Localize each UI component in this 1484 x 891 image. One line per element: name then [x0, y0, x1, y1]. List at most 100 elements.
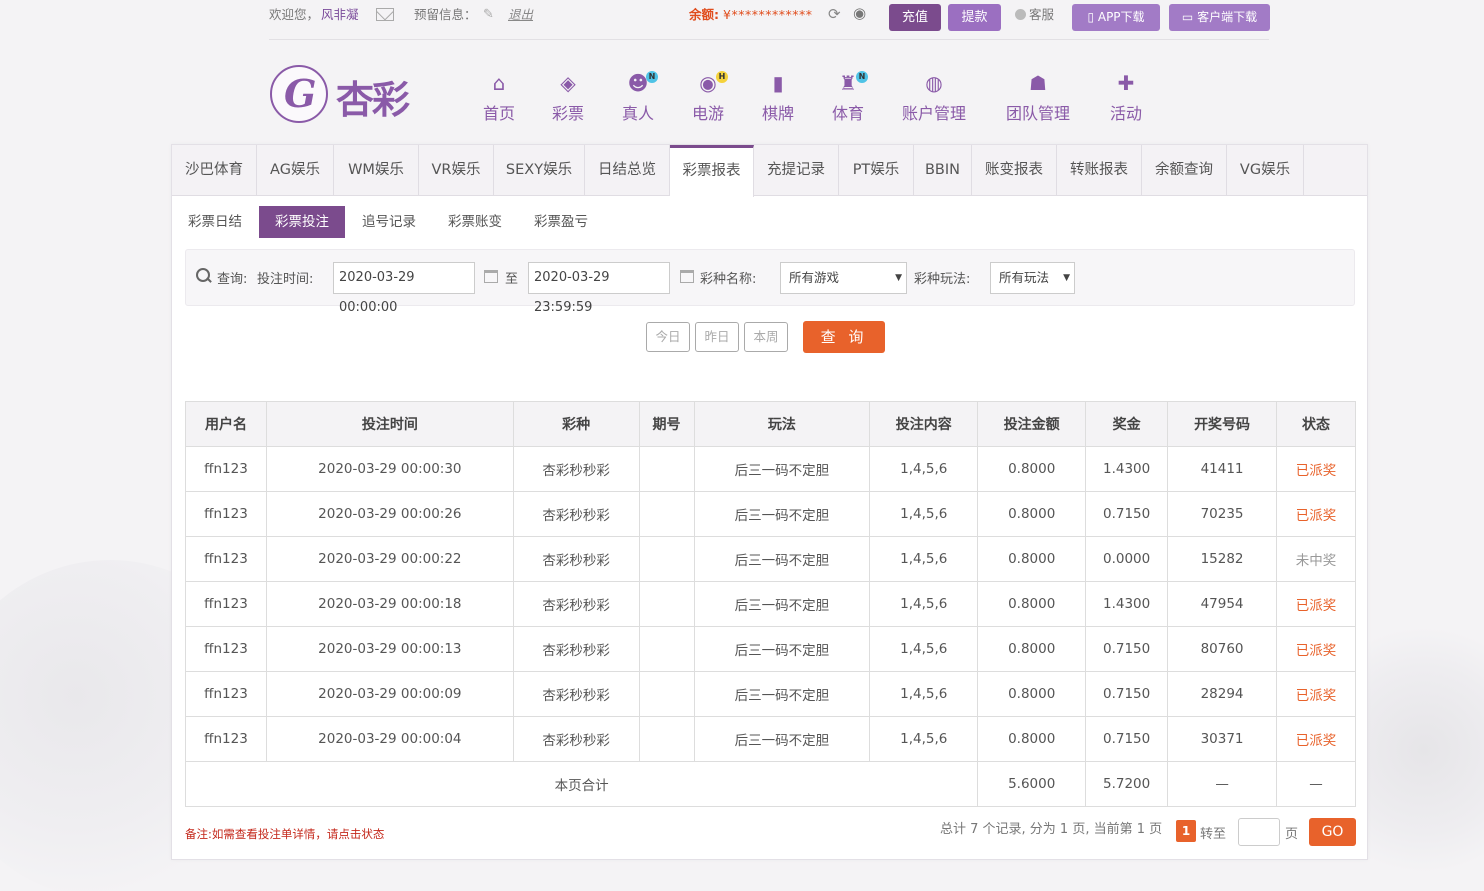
yesterday-button[interactable]: 昨日: [695, 322, 739, 352]
tab-transfer-report[interactable]: 转账报表: [1057, 145, 1142, 196]
cell-status[interactable]: 已派奖: [1276, 716, 1356, 762]
customer-service-link[interactable]: 客服: [1015, 7, 1054, 23]
cell-status[interactable]: 已派奖: [1276, 626, 1356, 672]
client-download-button[interactable]: ▭ 客户端下载: [1169, 4, 1270, 31]
end-time-input[interactable]: 2020-03-29 23:59:59: [528, 262, 670, 315]
nav-egame[interactable]: ◉ H 电游: [692, 70, 729, 124]
subtab-lottery-daily[interactable]: 彩票日结: [185, 206, 245, 238]
cell-issue: [638, 671, 695, 717]
nav-team[interactable]: ☗ 团队管理: [1006, 70, 1070, 124]
table-row: ffn123 2020-03-29 00:00:09 杏彩秒秒彩 后三一码不定胆 1,4…: [185, 671, 1356, 717]
tab-wm[interactable]: WM娱乐: [334, 145, 419, 196]
this-week-button[interactable]: 本周: [744, 322, 788, 352]
goto-page-input[interactable]: [1238, 818, 1280, 846]
cell-status[interactable]: 已派奖: [1276, 491, 1356, 537]
tab-pt[interactable]: PT娱乐: [839, 145, 914, 196]
app-download-button[interactable]: ▯ APP下载: [1072, 4, 1160, 31]
tab-ag[interactable]: AG娱乐: [257, 145, 334, 196]
tab-bbin[interactable]: BBIN: [914, 145, 972, 196]
cell-amount: 0.8000: [977, 671, 1087, 717]
phone-icon: ▯: [1087, 10, 1098, 24]
tab-daily-overview[interactable]: 日结总览: [585, 145, 670, 196]
today-button[interactable]: 今日: [646, 322, 690, 352]
headset-icon: [1015, 9, 1026, 20]
cell-lottery: 杏彩秒秒彩: [512, 671, 640, 717]
logo-text: 杏彩: [336, 78, 410, 122]
nav-sports[interactable]: ♜ N 体育: [832, 70, 869, 124]
col-content: 投注内容: [869, 401, 979, 447]
cell-play: 后三一码不定胆: [693, 716, 871, 762]
cell-issue: [638, 581, 695, 627]
play-type-select[interactable]: 所有玩法 ▼: [990, 262, 1075, 294]
chevron-down-icon: ▼: [1063, 273, 1070, 283]
query-button[interactable]: 查 询: [803, 321, 885, 353]
tab-deposit-withdraw[interactable]: 充提记录: [754, 145, 839, 196]
col-issue: 期号: [638, 401, 695, 447]
table-row: ffn123 2020-03-29 00:00:18 杏彩秒秒彩 后三一码不定胆 1,4…: [185, 581, 1356, 627]
cell-status[interactable]: 已派奖: [1276, 671, 1356, 717]
withdraw-button[interactable]: 提款: [948, 4, 1001, 31]
tab-vr[interactable]: VR娱乐: [419, 145, 494, 196]
tab-lottery-report[interactable]: 彩票报表: [670, 145, 754, 197]
team-icon: ☗: [1029, 71, 1047, 95]
cell-issue: [638, 446, 695, 492]
cell-draw-number: 70235: [1167, 491, 1278, 537]
refresh-icon[interactable]: ⟳: [828, 6, 841, 22]
cell-content: 1,4,5,6: [869, 671, 979, 717]
subtab-lottery-bets[interactable]: 彩票投注: [259, 206, 345, 238]
col-username: 用户名: [185, 401, 267, 447]
welcome-text: 欢迎您， 风非凝: [269, 7, 359, 22]
balance-value: ¥************: [723, 7, 813, 22]
filter-bar: 查询: 投注时间: 2020-03-29 00:00:00 至 2020-03-…: [185, 249, 1355, 315]
start-time-input[interactable]: 2020-03-29 00:00:00: [333, 262, 475, 315]
nav-activity[interactable]: ✚ 活动: [1110, 70, 1142, 124]
logo[interactable]: 杏彩: [270, 63, 430, 125]
page-number-current[interactable]: 1: [1176, 820, 1196, 842]
chevron-down-icon: ▼: [895, 273, 902, 283]
cell-content: 1,4,5,6: [869, 536, 979, 582]
nav-lottery[interactable]: ◈ 彩票: [552, 70, 584, 124]
col-prize: 奖金: [1085, 401, 1169, 447]
username[interactable]: 风非凝: [321, 7, 359, 22]
recharge-button[interactable]: 充值: [889, 4, 941, 31]
cell-status[interactable]: 已派奖: [1276, 446, 1356, 492]
nav-live[interactable]: ☻ N 真人: [622, 70, 659, 124]
cell-amount: 0.8000: [977, 491, 1087, 537]
tab-account-change[interactable]: 账变报表: [972, 145, 1057, 196]
search-icon: [196, 268, 211, 283]
edit-icon[interactable]: ✎: [483, 7, 494, 23]
col-bet-time: 投注时间: [265, 401, 514, 447]
cell-issue: [638, 536, 695, 582]
total-amount: 5.6000: [977, 761, 1087, 807]
tab-vg[interactable]: VG娱乐: [1227, 145, 1304, 196]
table-row: ffn123 2020-03-29 00:00:13 杏彩秒秒彩 后三一码不定胆 1,4…: [185, 626, 1356, 672]
cell-username: ffn123: [185, 671, 267, 717]
calendar-icon[interactable]: [484, 270, 498, 283]
cell-bet-time: 2020-03-29 00:00:18: [265, 581, 514, 627]
col-status: 状态: [1276, 401, 1356, 447]
cell-status[interactable]: 已派奖: [1276, 581, 1356, 627]
subtab-lottery-profit[interactable]: 彩票盈亏: [531, 206, 591, 238]
tab-saba-sports[interactable]: 沙巴体育: [172, 145, 257, 196]
table-total-row: 本页合计 5.6000 5.7200— —: [184, 761, 1356, 807]
subtab-lottery-changes[interactable]: 彩票账变: [445, 206, 505, 238]
go-button[interactable]: GO: [1309, 818, 1356, 846]
lottery-name-select[interactable]: 所有游戏 ▼: [780, 262, 907, 294]
nav-account[interactable]: ◍ 账户管理: [902, 70, 966, 124]
calendar-icon[interactable]: [680, 270, 694, 283]
logout-link[interactable]: 退出: [508, 7, 533, 23]
mail-icon[interactable]: [376, 8, 394, 21]
eye-icon[interactable]: ◉: [853, 5, 866, 21]
tab-balance-query[interactable]: 余额查询: [1142, 145, 1227, 196]
cell-status[interactable]: 未中奖: [1276, 536, 1356, 582]
tab-sexy[interactable]: SEXY娱乐: [494, 145, 585, 196]
subtab-chase-records[interactable]: 追号记录: [359, 206, 419, 238]
nav-home[interactable]: ⌂ 首页: [483, 70, 515, 124]
nav-cards[interactable]: ▮ 棋牌: [762, 70, 794, 124]
account-icon: ◍: [925, 71, 943, 95]
trophy-icon: ♜ N: [832, 70, 869, 96]
table-row: ffn123 2020-03-29 00:00:22 杏彩秒秒彩 后三一码不定胆 1,4…: [185, 536, 1356, 582]
cell-amount: 0.8000: [977, 446, 1087, 492]
report-tabs: 沙巴体育 AG娱乐 WM娱乐 VR娱乐 SEXY娱乐 日结总览 彩票报表 充提记…: [172, 145, 1367, 197]
cell-draw-number: 47954: [1167, 581, 1278, 627]
